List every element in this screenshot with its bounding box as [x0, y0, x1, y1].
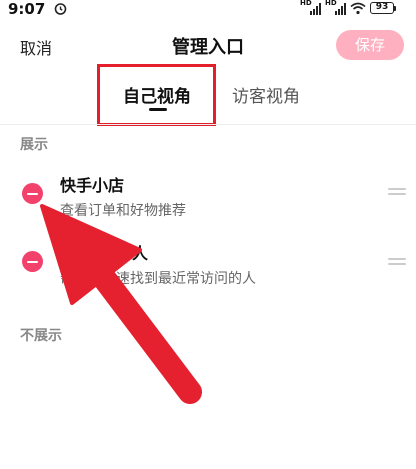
cell-signal-icon [310, 3, 321, 15]
drag-handle-icon[interactable] [388, 258, 406, 266]
battery-tip [394, 6, 396, 11]
section-label-hidden: 不展示 [20, 328, 62, 344]
active-tab-indicator [149, 108, 167, 111]
item-title: 快手小店 [60, 176, 125, 195]
tab-visitor-view[interactable]: 访客视角 [232, 82, 300, 107]
status-bar: 9:07 HD HD 93 [0, 0, 416, 22]
cell-signal-icon [335, 3, 346, 15]
save-button[interactable]: 保存 [336, 30, 404, 60]
status-time: 9:07 [8, 0, 46, 18]
divider [0, 124, 416, 125]
item-desc: 查看订单和好物推荐 [60, 203, 186, 219]
remove-icon[interactable] [22, 183, 43, 204]
tab-self-view[interactable]: 自己视角 [123, 82, 191, 107]
drag-handle-icon[interactable] [388, 188, 406, 196]
item-desc: 帮助你快速找到最近常访问的人 [60, 271, 256, 287]
wifi-icon [350, 2, 366, 15]
remove-icon[interactable] [22, 251, 43, 272]
alarm-clock-icon [54, 3, 67, 15]
arrow-shaft [86, 258, 202, 404]
battery-indicator: 93 [370, 2, 394, 14]
item-title: 问的人 [100, 244, 149, 263]
section-label-shown: 展示 [20, 137, 48, 153]
